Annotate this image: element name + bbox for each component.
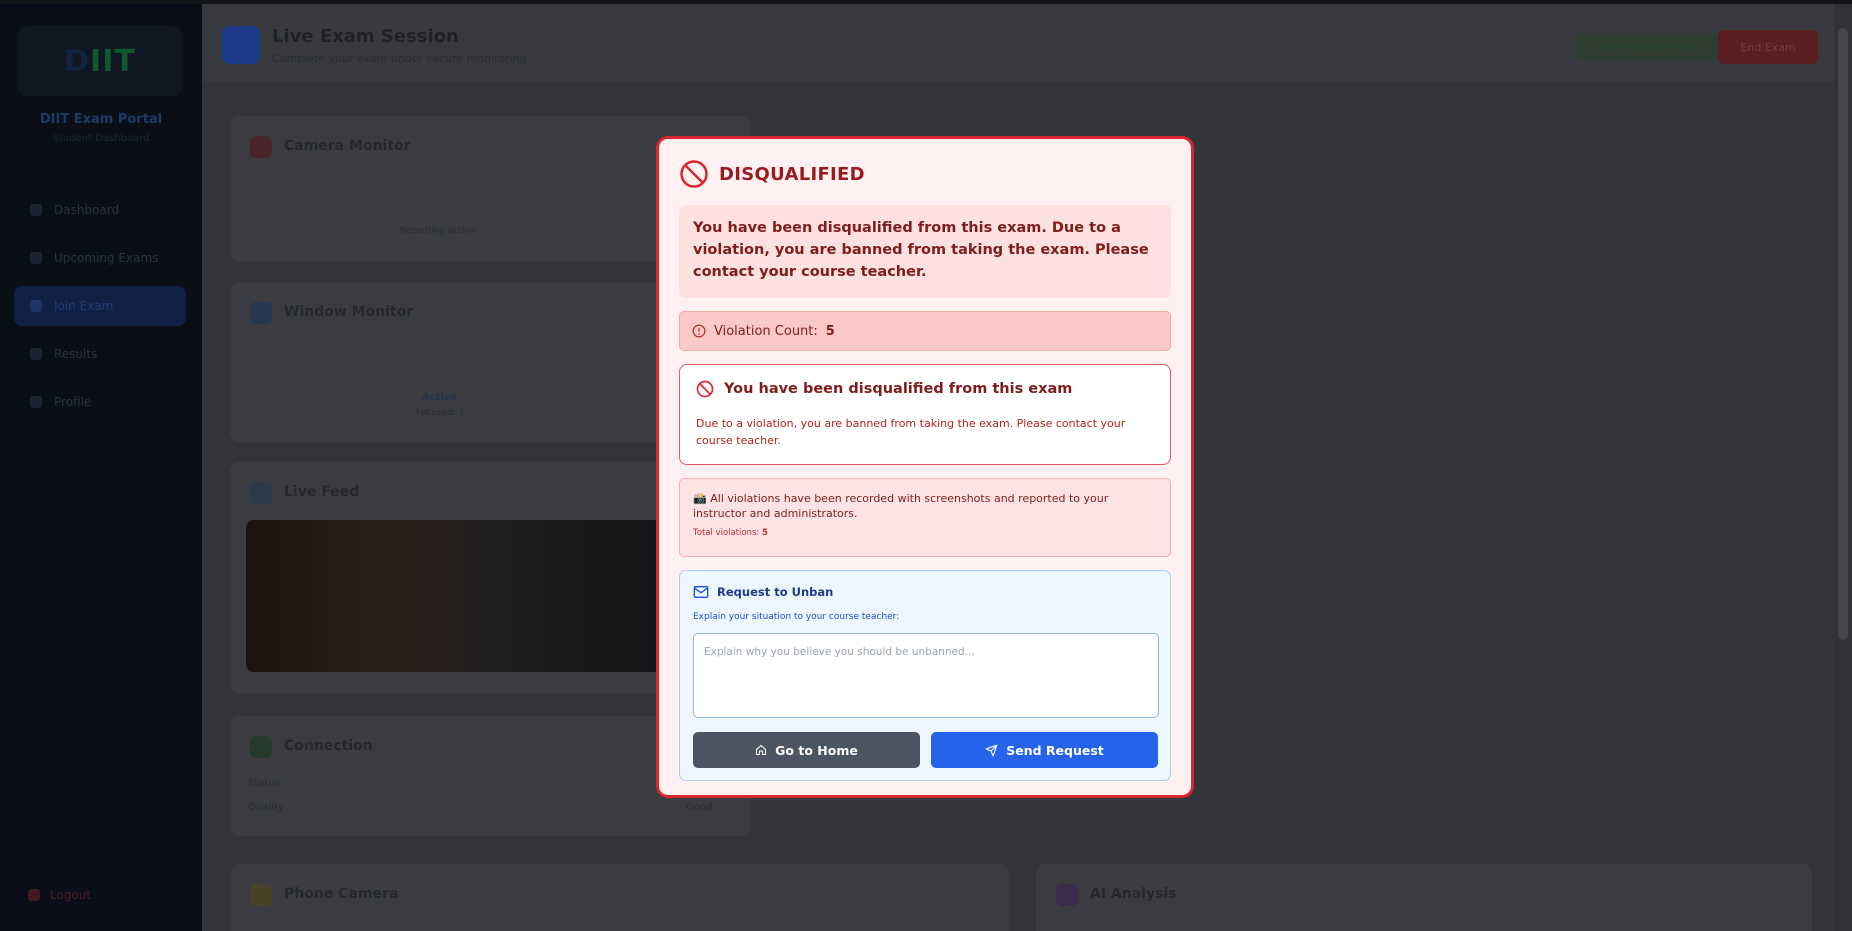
ban-icon: [696, 380, 714, 398]
status-badge: Secure Session Active: [1574, 34, 1722, 60]
camera-icon: [250, 136, 272, 158]
video-icon: [250, 482, 272, 504]
sidebar-item-results[interactable]: Results: [14, 334, 186, 374]
card-title: Camera Monitor: [284, 138, 411, 154]
send-icon: [985, 744, 998, 756]
page-subtitle: Complete your exam under secure monitori…: [272, 52, 527, 65]
disqualification-message: You have been disqualified from this exa…: [679, 205, 1171, 298]
end-exam-button[interactable]: End Exam: [1718, 30, 1818, 64]
chart-icon: [30, 348, 42, 360]
sidebar-item-dashboard[interactable]: Dashboard: [14, 190, 186, 230]
notice-title: You have been disqualified from this exa…: [724, 381, 1073, 397]
unban-request-panel: Request to Unban Explain your situation …: [679, 570, 1171, 781]
phone-camera-card: Phone Camera: [230, 864, 1010, 931]
disqualification-notice: You have been disqualified from this exa…: [679, 364, 1171, 465]
unban-title: Request to Unban: [717, 585, 834, 599]
window-status: Active: [422, 392, 458, 403]
brain-icon: [1056, 884, 1078, 906]
logo: DIIT: [18, 26, 182, 96]
logout-button[interactable]: Logout: [28, 888, 91, 902]
notice-body: Due to a violation, you are banned from …: [696, 417, 1126, 447]
violation-count-label: Violation Count:: [714, 323, 818, 339]
page-header: Live Exam Session Complete your exam und…: [202, 4, 1852, 82]
ai-analysis-card: AI Analysis: [1036, 864, 1812, 931]
calendar-icon: [30, 252, 42, 264]
disqualified-modal: DISQUALIFIED You have been disqualified …: [656, 136, 1194, 798]
wifi-icon: [250, 736, 272, 758]
violation-count-value: 5: [825, 323, 835, 339]
window-focus-count: Focused: 1: [416, 408, 465, 418]
violations-recorded-text: 📸 All violations have been recorded with…: [693, 492, 1109, 520]
unban-reason-input[interactable]: [693, 633, 1159, 718]
sidebar: DIIT DIIT Exam Portal Student Dashboard …: [0, 4, 202, 931]
sidebar-item-join-exam[interactable]: Join Exam: [14, 286, 186, 326]
sidebar-item-profile[interactable]: Profile: [14, 382, 186, 422]
sidebar-item-upcoming-exams[interactable]: Upcoming Exams: [14, 238, 186, 278]
violations-recorded-box: 📸 All violations have been recorded with…: [679, 478, 1171, 557]
total-violations: Total violations: 5: [693, 528, 768, 538]
connection-quality-label: Quality: [248, 802, 284, 813]
mail-icon: [693, 586, 709, 598]
scrollbar[interactable]: [1834, 4, 1852, 931]
dashboard-icon: [30, 204, 42, 216]
violation-count-bar: Violation Count: 5: [679, 311, 1171, 351]
logout-icon: [28, 889, 40, 901]
modal-header: DISQUALIFIED: [679, 159, 865, 189]
play-icon: [30, 300, 42, 312]
unban-label: Explain your situation to your course te…: [693, 612, 900, 622]
card-title: Connection: [284, 738, 373, 754]
phone-icon: [250, 884, 272, 906]
user-icon: [30, 396, 42, 408]
send-request-button[interactable]: Send Request: [931, 732, 1158, 768]
page-title: Live Exam Session: [272, 26, 459, 47]
go-to-home-button[interactable]: Go to Home: [693, 732, 920, 768]
card-title: Phone Camera: [284, 886, 399, 902]
connection-status-label: Status: [248, 778, 280, 789]
connection-quality-value: Good: [686, 802, 713, 813]
portal-subtitle: Student Dashboard: [52, 133, 150, 144]
card-title: AI Analysis: [1090, 886, 1177, 902]
camera-status: Recording active: [400, 226, 476, 236]
card-title: Window Monitor: [284, 304, 414, 320]
sidebar-nav: Dashboard Upcoming Exams Join Exam Resul…: [14, 190, 186, 430]
shield-icon: [222, 26, 260, 64]
modal-title: DISQUALIFIED: [719, 163, 865, 185]
card-title: Live Feed: [284, 484, 360, 500]
window-icon: [250, 302, 272, 324]
live-camera-feed: [246, 520, 666, 672]
home-icon: [756, 744, 767, 756]
portal-title: DIIT Exam Portal: [39, 112, 163, 127]
ban-icon: [680, 160, 708, 188]
scrollbar-thumb[interactable]: [1838, 28, 1848, 640]
alert-circle-icon: [692, 324, 706, 338]
